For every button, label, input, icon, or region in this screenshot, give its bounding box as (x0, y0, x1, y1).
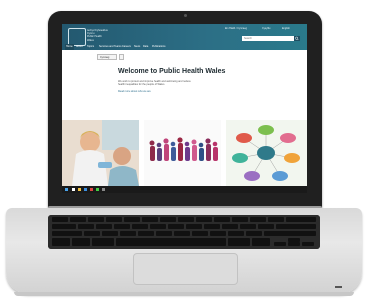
tile-crowd-silhouettes[interactable] (144, 120, 221, 186)
nav-item-publications[interactable]: Publications (152, 45, 165, 48)
power-indicator-icon (335, 286, 342, 288)
hero-subtitle: We work to protect and improve health an… (118, 80, 191, 87)
nav-item-home[interactable]: Home (66, 45, 73, 48)
language-selector[interactable]: Cymraeg (97, 54, 117, 60)
windows-start-icon[interactable] (65, 188, 68, 191)
laptop-screen: Iechyd Cyhoeddus Cymru Public Health Wal… (62, 24, 307, 193)
crowd-silhouettes-icon (144, 120, 221, 186)
org-name: Iechyd Cyhoeddus Cymru Public Health Wal… (87, 29, 117, 42)
hero-read-more-link[interactable]: Read more about who we are (118, 90, 151, 93)
org-name-line: Wales (87, 38, 94, 42)
tile-strategic-priorities-diagram[interactable] (226, 120, 307, 186)
main-nav: Home About Topics Services and Teams Car… (62, 44, 307, 50)
app-icon[interactable] (96, 188, 99, 191)
folder-icon[interactable] (78, 188, 81, 191)
nav-item-careers[interactable]: Careers (122, 45, 131, 48)
search-icon (295, 36, 299, 41)
nav-item-news[interactable]: News (134, 45, 140, 48)
hero-title: Welcome to Public Health Wales (118, 68, 226, 75)
site-header: Iechyd Cyhoeddus Cymru Public Health Wal… (62, 24, 307, 50)
app-icon[interactable] (90, 188, 93, 191)
nav-item-data[interactable]: Data (143, 45, 148, 48)
search-icon[interactable] (72, 188, 75, 191)
search-input[interactable] (242, 36, 294, 41)
nav-item-services[interactable]: Services and Teams (99, 45, 121, 48)
nav-item-topics[interactable]: Topics (87, 45, 94, 48)
app-icon[interactable] (102, 188, 105, 191)
webcam-icon (184, 14, 187, 17)
tile-child-with-nurse-photo[interactable] (62, 120, 139, 186)
child-nurse-photo-icon (62, 120, 139, 186)
browser-icon[interactable] (84, 188, 87, 191)
top-link-english[interactable]: English (282, 27, 290, 30)
top-link-language[interactable]: Ein Hiaith / Cymraeg (225, 27, 247, 30)
priorities-diagram-icon (226, 120, 307, 186)
keyboard (48, 215, 320, 249)
chevron-down-icon[interactable] (119, 54, 124, 60)
windows-taskbar (62, 186, 307, 193)
trackpad[interactable] (133, 253, 238, 285)
nav-item-about[interactable]: About (76, 45, 83, 48)
top-link-contact[interactable]: Cysylltu (262, 27, 270, 30)
laptop-front-edge (14, 292, 354, 296)
search-button[interactable] (294, 36, 300, 41)
